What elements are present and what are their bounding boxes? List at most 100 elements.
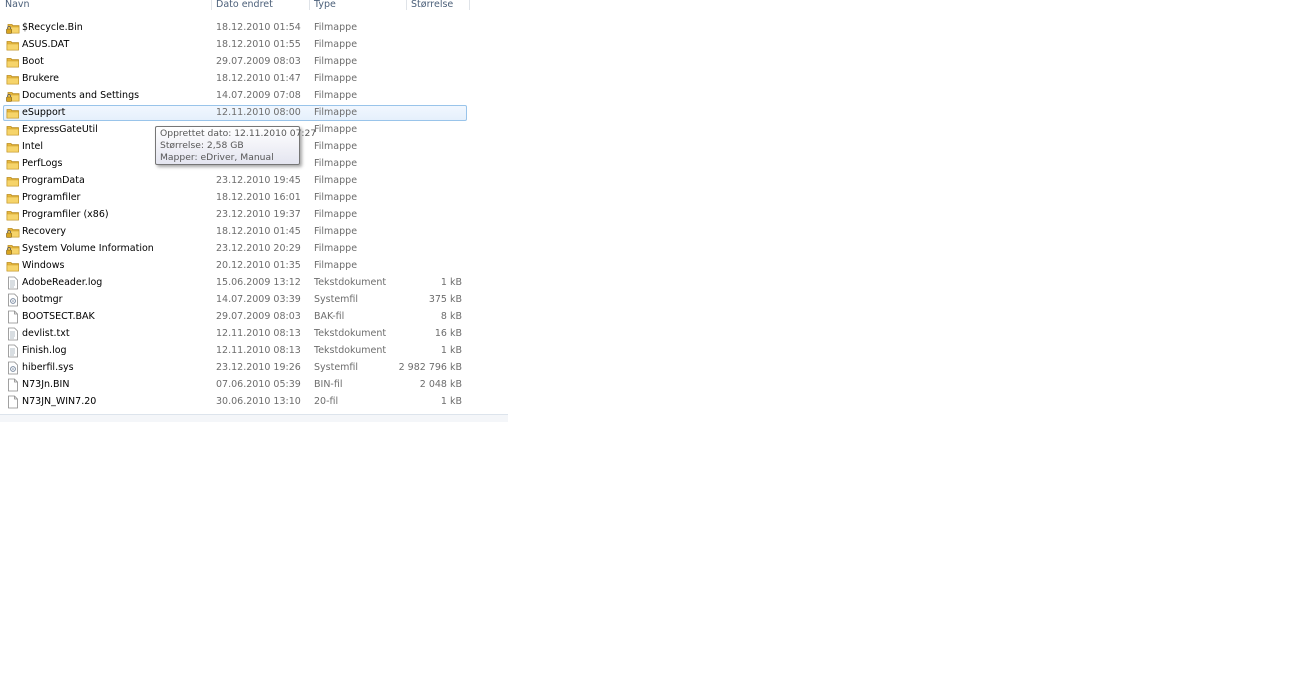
file-row[interactable]: Windows 20.12.2010 01:35 Filmappe (3, 258, 467, 274)
text-file-icon (6, 276, 20, 290)
file-name: Boot (22, 56, 44, 67)
column-divider[interactable] (406, 0, 407, 10)
file-row[interactable]: devlist.txt 12.11.2010 08:13 Tekstdokument… (3, 326, 467, 342)
file-type: Filmappe (314, 22, 358, 33)
text-file-icon (6, 327, 20, 341)
locked-folder-icon (6, 242, 20, 256)
column-header-bar: Navn Dato endret Type Størrelse (0, 0, 470, 11)
file-name: BOOTSECT.BAK (22, 311, 95, 322)
file-date-modified: 18.12.2010 01:55 (216, 39, 301, 50)
file-name: Programfiler (22, 192, 81, 203)
file-name: Programfiler (x86) (22, 209, 109, 220)
file-row[interactable]: Recovery 18.12.2010 01:45 Filmappe (3, 224, 467, 240)
file-name: bootmgr (22, 294, 63, 305)
file-name: N73JN_WIN7.20 (22, 396, 97, 407)
file-name: PerfLogs (22, 158, 63, 169)
file-type: Filmappe (314, 124, 358, 135)
tooltip-folders: Mapper: eDriver, Manual (160, 152, 274, 163)
file-row[interactable]: $Recycle.Bin 18.12.2010 01:54 Filmappe (3, 20, 467, 36)
column-header-size[interactable]: Størrelse (411, 0, 453, 11)
tooltip-created-date: Opprettet dato: 12.11.2010 07:27 (160, 128, 317, 139)
file-name: ASUS.DAT (22, 39, 70, 50)
column-header-date[interactable]: Dato endret (216, 0, 273, 11)
file-icon (6, 378, 20, 392)
file-row[interactable]: N73Jn.BIN 07.06.2010 05:39 BIN-fil 2 048 kB (3, 377, 467, 393)
file-date-modified: 18.12.2010 01:54 (216, 22, 301, 33)
file-row[interactable]: Boot 29.07.2009 08:03 Filmappe (3, 54, 467, 70)
file-name: hiberfil.sys (22, 362, 74, 373)
file-type: Filmappe (314, 90, 358, 101)
file-type: Filmappe (314, 73, 358, 84)
file-icon (6, 395, 20, 409)
file-row[interactable]: Programfiler 18.12.2010 16:01 Filmappe (3, 190, 467, 206)
file-row[interactable]: Documents and Settings 14.07.2009 07:08 Fi… (3, 88, 467, 104)
file-date-modified: 23.12.2010 19:26 (216, 362, 301, 373)
file-date-modified: 14.07.2009 03:39 (216, 294, 301, 305)
file-name: Finish.log (22, 345, 67, 356)
file-name: Recovery (22, 226, 67, 237)
file-type: Tekstdokument (314, 328, 387, 339)
file-type: Filmappe (314, 209, 358, 220)
file-type: Filmappe (314, 107, 358, 118)
file-row[interactable]: AdobeReader.log 15.06.2009 13:12 Tekstdoku… (3, 275, 467, 291)
folder-icon (6, 55, 20, 69)
column-divider[interactable] (469, 0, 470, 10)
folder-icon (6, 174, 20, 188)
column-divider[interactable] (309, 0, 310, 10)
file-size: 1 kB (440, 277, 462, 288)
file-type: BAK-fil (314, 311, 345, 322)
file-row[interactable]: Finish.log 12.11.2010 08:13 Tekstdokument 1… (3, 343, 467, 359)
file-size: 8 kB (440, 311, 462, 322)
file-date-modified: 12.11.2010 08:13 (216, 345, 301, 356)
file-type: Systemfil (314, 362, 359, 373)
file-row[interactable]: bootmgr 14.07.2009 03:39 Systemfil 375 kB (3, 292, 467, 308)
file-name: ExpressGateUtil (22, 124, 98, 135)
column-header-name[interactable]: Navn (5, 0, 30, 11)
file-name: System Volume Information (22, 243, 154, 254)
file-row[interactable]: System Volume Information 23.12.2010 20:2… (3, 241, 467, 257)
file-name: Windows (22, 260, 65, 271)
file-row[interactable]: N73JN_WIN7.20 30.06.2010 13:10 20-fil 1 kB (3, 394, 467, 410)
file-name: ProgramData (22, 175, 85, 186)
file-date-modified: 14.07.2009 07:08 (216, 90, 301, 101)
file-name: Documents and Settings (22, 90, 140, 101)
file-name: N73Jn.BIN (22, 379, 70, 390)
file-size: 16 kB (434, 328, 462, 339)
folder-icon (6, 38, 20, 52)
column-divider[interactable] (211, 0, 212, 10)
folder-icon (6, 157, 20, 171)
file-date-modified: 29.07.2009 08:03 (216, 56, 301, 67)
file-date-modified: 12.11.2010 08:00 (216, 107, 301, 118)
file-row[interactable]: BOOTSECT.BAK 29.07.2009 08:03 BAK-fil 8 kB (3, 309, 467, 325)
list-bottom-edge (0, 414, 508, 422)
file-date-modified: 23.12.2010 19:37 (216, 209, 301, 220)
column-header-type[interactable]: Type (314, 0, 336, 11)
folder-icon (6, 106, 20, 120)
file-row[interactable]: ASUS.DAT 18.12.2010 01:55 Filmappe (3, 37, 467, 53)
file-date-modified: 15.06.2009 13:12 (216, 277, 301, 288)
file-row-selected[interactable]: eSupport 12.11.2010 08:00 Filmappe (3, 105, 467, 121)
file-size: 375 kB (428, 294, 462, 305)
file-date-modified: 23.12.2010 19:45 (216, 175, 301, 186)
file-row[interactable]: Programfiler (x86) 23.12.2010 19:37 Filmap… (3, 207, 467, 223)
folder-icon (6, 191, 20, 205)
file-type: BIN-fil (314, 379, 343, 390)
file-list-pane: Navn Dato endret Type Størrelse $Recycle… (0, 0, 508, 422)
file-row[interactable]: hiberfil.sys 23.12.2010 19:26 Systemfil 2 9… (3, 360, 467, 376)
locked-folder-icon (6, 89, 20, 103)
file-type: 20-fil (314, 396, 339, 407)
file-name: eSupport (22, 107, 66, 118)
folder-icon (6, 259, 20, 273)
file-date-modified: 23.12.2010 20:29 (216, 243, 301, 254)
file-name: AdobeReader.log (22, 277, 103, 288)
file-date-modified: 18.12.2010 01:47 (216, 73, 301, 84)
file-type: Filmappe (314, 243, 358, 254)
file-row[interactable]: Brukere 18.12.2010 01:47 Filmappe (3, 71, 467, 87)
file-row[interactable]: ProgramData 23.12.2010 19:45 Filmappe (3, 173, 467, 189)
file-type: Filmappe (314, 192, 358, 203)
file-type: Filmappe (314, 56, 358, 67)
file-type: Tekstdokument (314, 345, 387, 356)
file-date-modified: 18.12.2010 01:45 (216, 226, 301, 237)
folder-icon (6, 123, 20, 137)
file-name: $Recycle.Bin (22, 22, 83, 33)
